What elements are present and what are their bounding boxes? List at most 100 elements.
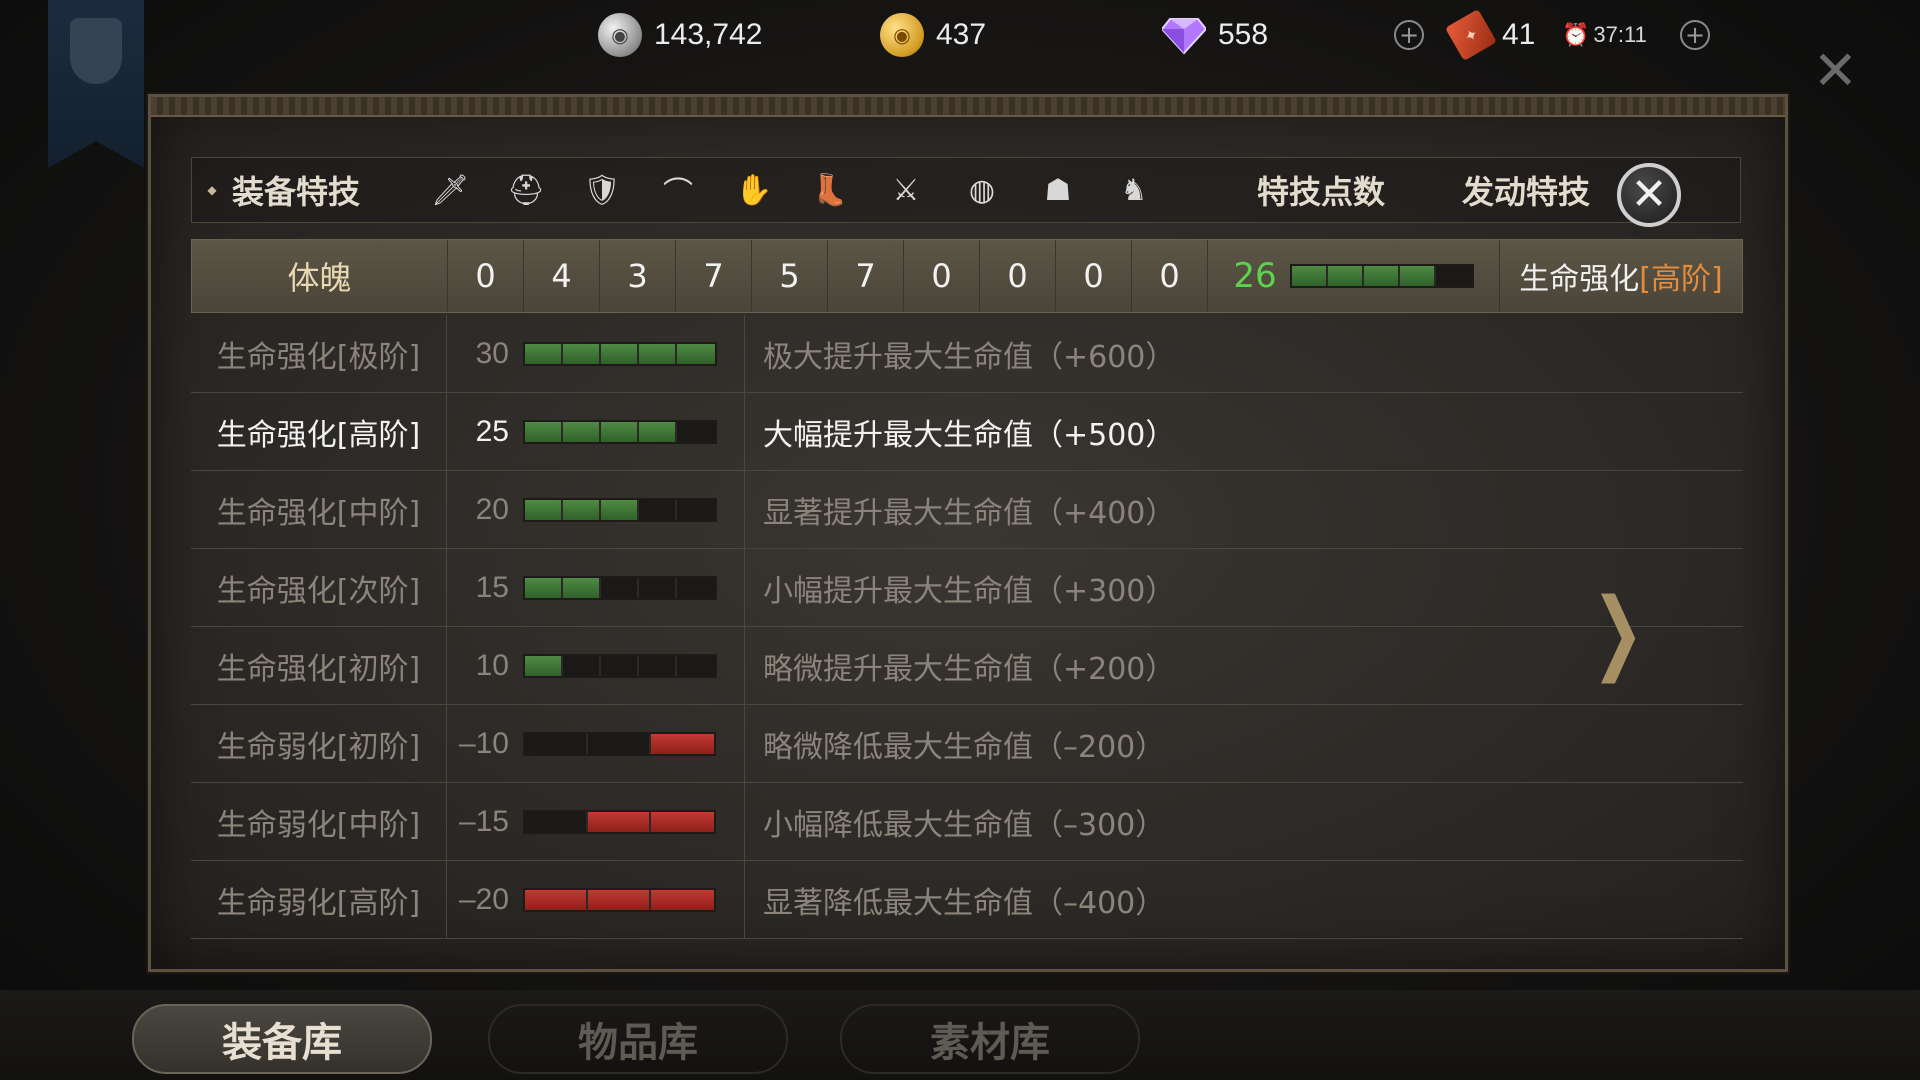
bar-segment [525, 655, 563, 676]
slot-value: 0 [1132, 240, 1208, 312]
bar-segment [1364, 266, 1400, 286]
bar-segment [525, 811, 588, 832]
level-description: 小幅降低最大生命值（–300） [763, 807, 1166, 843]
points-header: 特技点数 [1256, 173, 1385, 211]
level-threshold: –20 [458, 882, 509, 916]
level-threshold: 10 [475, 648, 509, 682]
level-bar-cell [517, 549, 745, 626]
level-bar-cell [517, 315, 745, 392]
active-skill-name: 生命强化 [1519, 262, 1640, 297]
level-description: 极大提升最大生命值（+600） [763, 339, 1176, 375]
bar-segment [525, 421, 563, 442]
gold-coin-icon: ◉ [880, 13, 924, 57]
gold-resource: ◉ 437 [880, 12, 986, 58]
ticket-icon: ✦ [1445, 9, 1497, 61]
equipment-skill-panel: ◆ 装备特技 🗡 ⛑ 🛡 ⌒ ✋ 👢 ⚔ ◍ ☗ ♞ 特技点数 发动特技 ◆ 体… [148, 94, 1788, 972]
skill-level-row: 生命强化[初阶] 10 略微提升最大生命值（+200） [191, 627, 1743, 705]
active-skill-header: 发动特技 [1461, 173, 1590, 211]
bar-segment [639, 577, 677, 598]
gold-amount: 437 [936, 18, 987, 51]
bar-segment [677, 578, 715, 598]
skill-level-table: 生命强化[极阶] 30 极大提升最大生命值（+600） 生命强化[高阶] 25 大幅提升最… [191, 315, 1743, 939]
bar-segment [601, 499, 639, 520]
slot-value: 4 [524, 240, 600, 312]
bar-segment [639, 655, 677, 676]
ticket-resource: ✦ 41 [1445, 9, 1535, 61]
level-name: 生命强化[次阶] [191, 549, 447, 626]
bar-segment [525, 733, 588, 754]
bar-segment [588, 733, 651, 754]
panel-top-border [151, 97, 1785, 117]
bar-segment [601, 577, 639, 598]
diamond-amount: 558 [1218, 18, 1269, 51]
slot-value: 0 [904, 240, 980, 312]
level-progress-bar [523, 731, 716, 756]
bar-segment [677, 422, 715, 442]
level-threshold: 30 [475, 336, 509, 370]
bar-segment [563, 577, 601, 598]
tab-material-storage[interactable]: 素材库 [840, 1004, 1140, 1074]
bar-segment [677, 500, 715, 520]
level-name: 生命弱化[初阶] [191, 705, 447, 782]
bar-segment [677, 656, 715, 676]
bar-segment [677, 343, 715, 364]
bar-segment [639, 499, 677, 520]
bar-segment [563, 655, 601, 676]
level-threshold: –10 [458, 726, 509, 760]
skill-header-row: ◆ 装备特技 🗡 ⛑ 🛡 ⌒ ✋ 👢 ⚔ ◍ ☗ ♞ 特技点数 发动特技 ◆ [191, 157, 1741, 223]
level-threshold: 15 [475, 570, 509, 604]
level-bar-cell [517, 471, 745, 548]
amulet-icon: ◍ [968, 172, 996, 208]
bar-segment [601, 655, 639, 676]
bar-segment [639, 343, 677, 364]
boots-icon: 👢 [811, 172, 849, 208]
bar-segment [601, 343, 639, 364]
ring-icon: ⚔ [892, 172, 920, 208]
level-name: 生命弱化[中阶] [191, 783, 447, 860]
bar-segment [651, 889, 714, 910]
level-progress-bar [523, 887, 716, 912]
level-threshold: 20 [475, 492, 509, 526]
ticket-timer: ⏰ 37:11 [1562, 12, 1647, 58]
plus-icon[interactable]: + [1680, 20, 1710, 50]
level-name: 生命强化[初阶] [191, 627, 447, 704]
plus-icon[interactable]: + [1394, 20, 1424, 50]
level-bar-cell [517, 393, 745, 470]
bar-segment [563, 421, 601, 442]
add-ticket-button[interactable]: + [1680, 12, 1710, 58]
helmet-icon: ⛑ [506, 172, 546, 208]
level-bar-cell [517, 861, 745, 938]
bar-segment [588, 889, 651, 910]
resource-bar: ◉ 143,742 ◉ 437 558 + ✦ 41 ⏰ 37:11 + [0, 0, 1920, 72]
add-diamond-button[interactable]: + [1394, 12, 1424, 58]
skill-level-row: 生命强化[极阶] 30 极大提升最大生命值（+600） [191, 315, 1743, 393]
diamond-icon [1162, 18, 1206, 55]
level-threshold: 25 [475, 414, 509, 448]
level-name: 生命强化[极阶] [191, 315, 447, 392]
header-title: 装备特技 [232, 173, 361, 211]
horse-icon: ♞ [1120, 172, 1148, 208]
armor-icon: 🛡 [582, 172, 622, 208]
bar-segment [1328, 266, 1364, 286]
bar-segment [525, 343, 563, 364]
level-name: 生命强化[高阶] [191, 393, 447, 470]
attribute-name: 体魄 [192, 240, 448, 312]
slot-value: 0 [448, 240, 524, 312]
diamond-ornament-icon: ◆ [207, 183, 217, 197]
bar-segment [601, 421, 639, 442]
next-page-arrow[interactable]: ❯ [1591, 587, 1644, 677]
bar-segment [651, 811, 714, 832]
silver-amount: 143,742 [654, 18, 763, 51]
bar-segment [563, 499, 601, 520]
bar-segment [525, 499, 563, 520]
level-description: 显著提升最大生命值（+400） [763, 495, 1176, 531]
skill-level-row: 生命弱化[高阶] –20 显著降低最大生命值（–400） [191, 861, 1743, 939]
skill-level-row: 生命弱化[中阶] –15 小幅降低最大生命值（–300） [191, 783, 1743, 861]
slot-value: 5 [752, 240, 828, 312]
silver-resource: ◉ 143,742 [598, 12, 762, 58]
tab-item-storage[interactable]: 物品库 [488, 1004, 788, 1074]
bar-segment [588, 811, 651, 832]
close-button[interactable]: ✕ [1617, 163, 1681, 227]
tab-equipment-storage[interactable]: 装备库 [132, 1004, 432, 1074]
skill-level-row: 生命强化[次阶] 15 小幅提升最大生命值（+300） [191, 549, 1743, 627]
